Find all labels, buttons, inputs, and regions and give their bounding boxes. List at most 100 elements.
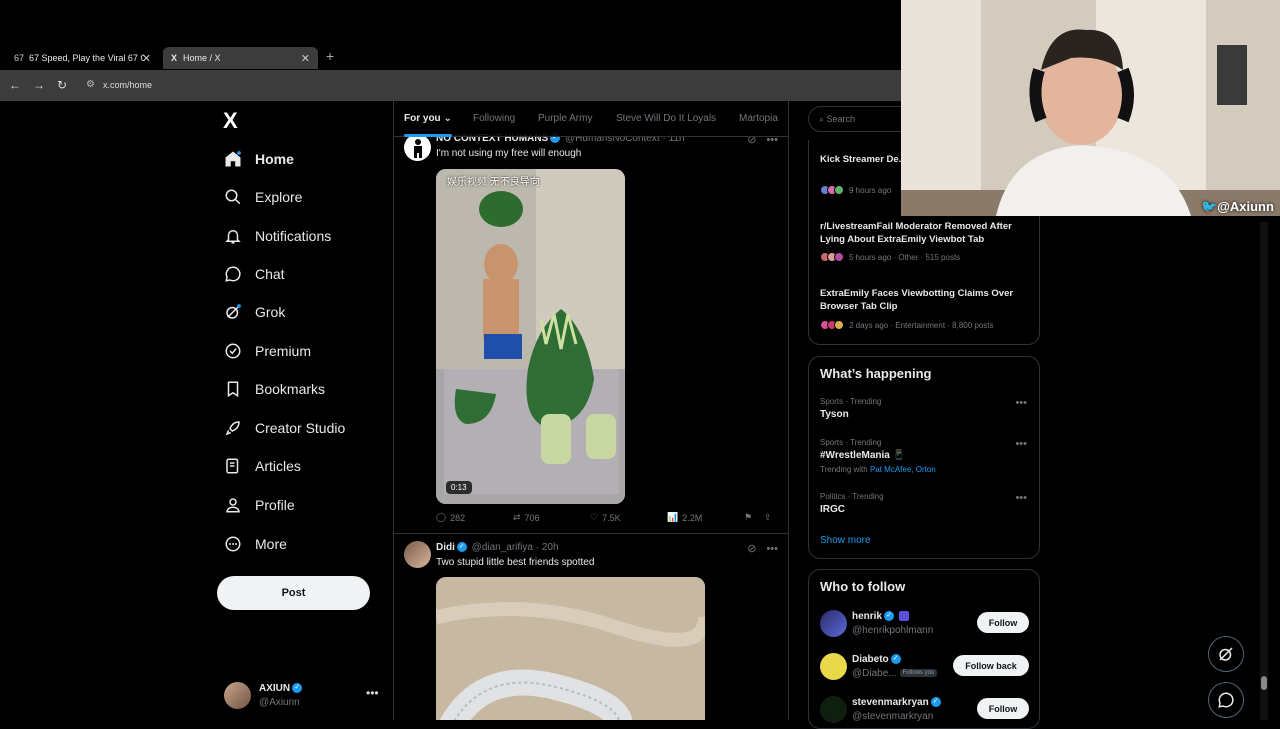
- tab-steve-will-do-it-loyals[interactable]: Steve Will Do It Loyals: [616, 113, 716, 124]
- trend-name[interactable]: Tyson: [820, 409, 849, 420]
- tweet-image[interactable]: [436, 577, 705, 720]
- sidebar-item-bookmarks[interactable]: Bookmarks: [224, 377, 325, 401]
- more-icon[interactable]: •••: [1015, 438, 1027, 450]
- feed-tabs: For you ⌄ Following Purple Army Steve Wi…: [394, 101, 788, 137]
- tab-following[interactable]: Following: [473, 113, 515, 124]
- more-icon[interactable]: •••: [1015, 397, 1027, 409]
- avatar[interactable]: [404, 134, 431, 161]
- sidebar-item-label: More: [255, 536, 287, 552]
- user-handle: @stevenmarkryan: [852, 711, 934, 722]
- reply-button[interactable]: ◯ 282: [436, 512, 465, 523]
- more-icon[interactable]: •••: [766, 543, 778, 555]
- tab-purple-army[interactable]: Purple Army: [538, 113, 592, 124]
- sidebar-item-home[interactable]: Home: [224, 147, 294, 171]
- whats-happening-card: What’s happening Sports · Trending Tyson…: [808, 356, 1040, 559]
- bell-icon: [224, 227, 242, 245]
- tweet-actions: ◯ 282 ⇄ 706 ♡ 7.5K 📊 2.2M ⚑ ⇪: [436, 512, 776, 528]
- views-button[interactable]: 📊 2.2M: [667, 512, 702, 523]
- twitter-bird-icon: 🐦: [1201, 199, 1218, 214]
- card-title: Who to follow: [820, 579, 906, 594]
- tweet-video[interactable]: 娱乐视频 无不良导向 0:13: [436, 169, 625, 504]
- new-tab-button[interactable]: +: [326, 48, 334, 64]
- search-input[interactable]: ⌕ Search: [808, 106, 908, 132]
- sidebar-item-label: Home: [255, 151, 294, 167]
- tweet[interactable]: NO CONTEXT HUMANS ✓ @HumansNoContext · 11…: [394, 101, 788, 533]
- follows-you-badge: Follows you: [899, 669, 938, 678]
- chat-icon: [1218, 692, 1234, 708]
- sidebar-item-creator-studio[interactable]: Creator Studio: [224, 416, 345, 440]
- account-switcher[interactable]: AXIUN ✓ @Axiunn •••: [224, 680, 382, 714]
- sidebar-item-articles[interactable]: Articles: [224, 454, 301, 478]
- scrollbar-thumb[interactable]: [1261, 676, 1267, 690]
- like-button[interactable]: ♡ 7.5K: [590, 512, 621, 523]
- author-name[interactable]: Didi: [436, 542, 455, 553]
- view-count: 2.2M: [682, 512, 703, 523]
- news-meta-text: 2 days ago · Entertainment · 8,800 posts: [849, 320, 994, 330]
- avatar[interactable]: [820, 696, 847, 723]
- trend-related-links[interactable]: Pat McAfee, Orton: [870, 465, 936, 474]
- trend-name[interactable]: #WrestleMania 📱: [820, 450, 905, 461]
- image-hose-on-blanket: [436, 577, 705, 720]
- heart-icon: ♡: [590, 512, 599, 522]
- user-name[interactable]: henrik: [852, 611, 882, 622]
- reply-count: 282: [450, 512, 466, 523]
- news-item-title[interactable]: r/LivestreamFail Moderator Removed After…: [820, 220, 1035, 246]
- avatar[interactable]: [404, 541, 431, 568]
- tab-martopia[interactable]: Martopia: [739, 113, 778, 124]
- avatar[interactable]: [820, 653, 847, 680]
- sidebar-item-label: Notifications: [255, 228, 332, 244]
- verified-badge-icon: ✓: [292, 683, 303, 694]
- news-item-title[interactable]: ExtraEmily Faces Viewbotting Claims Over…: [820, 287, 1035, 313]
- page-scrollbar[interactable]: [1260, 222, 1268, 720]
- avatar[interactable]: [820, 610, 847, 637]
- post-button[interactable]: Post: [217, 576, 370, 610]
- sidebar-item-more[interactable]: More: [224, 532, 287, 556]
- tab-for-you[interactable]: For you ⌄: [404, 113, 452, 124]
- show-more-link[interactable]: Show more: [820, 535, 871, 546]
- webcam-feed: [901, 0, 1280, 216]
- sidebar-item-label: Grok: [255, 304, 286, 320]
- forward-icon[interactable]: →: [33, 78, 45, 92]
- follow-button[interactable]: Follow: [977, 698, 1029, 719]
- user-name[interactable]: Diabeto: [852, 654, 889, 665]
- share-button[interactable]: ⇪: [764, 512, 772, 523]
- webcam-overlay: [901, 0, 1280, 216]
- video-caption: 娱乐视频 无不良导向: [447, 177, 540, 188]
- rocket-icon: [224, 419, 242, 437]
- sidebar-item-explore[interactable]: Explore: [224, 185, 302, 209]
- repost-button[interactable]: ⇄ 706: [513, 512, 540, 523]
- tweet-time[interactable]: 20h: [542, 542, 559, 553]
- back-icon[interactable]: ←: [9, 78, 21, 92]
- site-info-icon[interactable]: ⚙: [86, 79, 95, 90]
- search-icon: ⌕: [819, 114, 827, 124]
- account-more-icon[interactable]: •••: [366, 686, 379, 700]
- sidebar-item-notifications[interactable]: Notifications: [224, 224, 331, 248]
- sidebar-item-profile[interactable]: Profile: [224, 493, 295, 517]
- follow-button[interactable]: Follow: [977, 612, 1029, 633]
- x-logo-icon[interactable]: X: [223, 108, 238, 134]
- trend-name[interactable]: IRGC: [820, 504, 845, 515]
- follow-back-button[interactable]: Follow back: [953, 655, 1029, 676]
- url-field[interactable]: x.com/home: [103, 80, 152, 90]
- user-name[interactable]: stevenmarkryan: [852, 697, 929, 708]
- trend-category: Sports · Trending: [820, 438, 882, 447]
- like-count: 7.5K: [602, 512, 621, 523]
- browser-tab-home[interactable]: X Home / X ✕: [163, 47, 318, 69]
- bookmark-button[interactable]: ⚑: [744, 512, 752, 523]
- search-icon: [224, 188, 242, 206]
- more-icon[interactable]: •••: [1015, 492, 1027, 504]
- grok-float-button[interactable]: [1208, 636, 1244, 672]
- sidebar-item-premium[interactable]: Premium: [224, 339, 311, 363]
- verified-badge-icon: ✓: [930, 697, 941, 708]
- author-handle[interactable]: @dian_arifiya: [472, 542, 533, 553]
- browser-tab-67speed[interactable]: 67 67 Speed, Play the Viral 67 Gam ✕: [6, 47, 159, 69]
- reload-icon[interactable]: ↻: [57, 78, 67, 92]
- sidebar-item-chat[interactable]: Chat: [224, 262, 285, 286]
- messages-float-button[interactable]: [1208, 682, 1244, 718]
- tab-close-icon[interactable]: ✕: [301, 52, 310, 65]
- verified-badge-icon: ✓: [884, 611, 895, 622]
- sidebar-item-label: Bookmarks: [255, 381, 326, 397]
- grok-icon[interactable]: ⊘: [747, 543, 756, 555]
- tab-close-icon[interactable]: ✕: [142, 52, 151, 65]
- sidebar-item-grok[interactable]: Grok: [224, 300, 285, 324]
